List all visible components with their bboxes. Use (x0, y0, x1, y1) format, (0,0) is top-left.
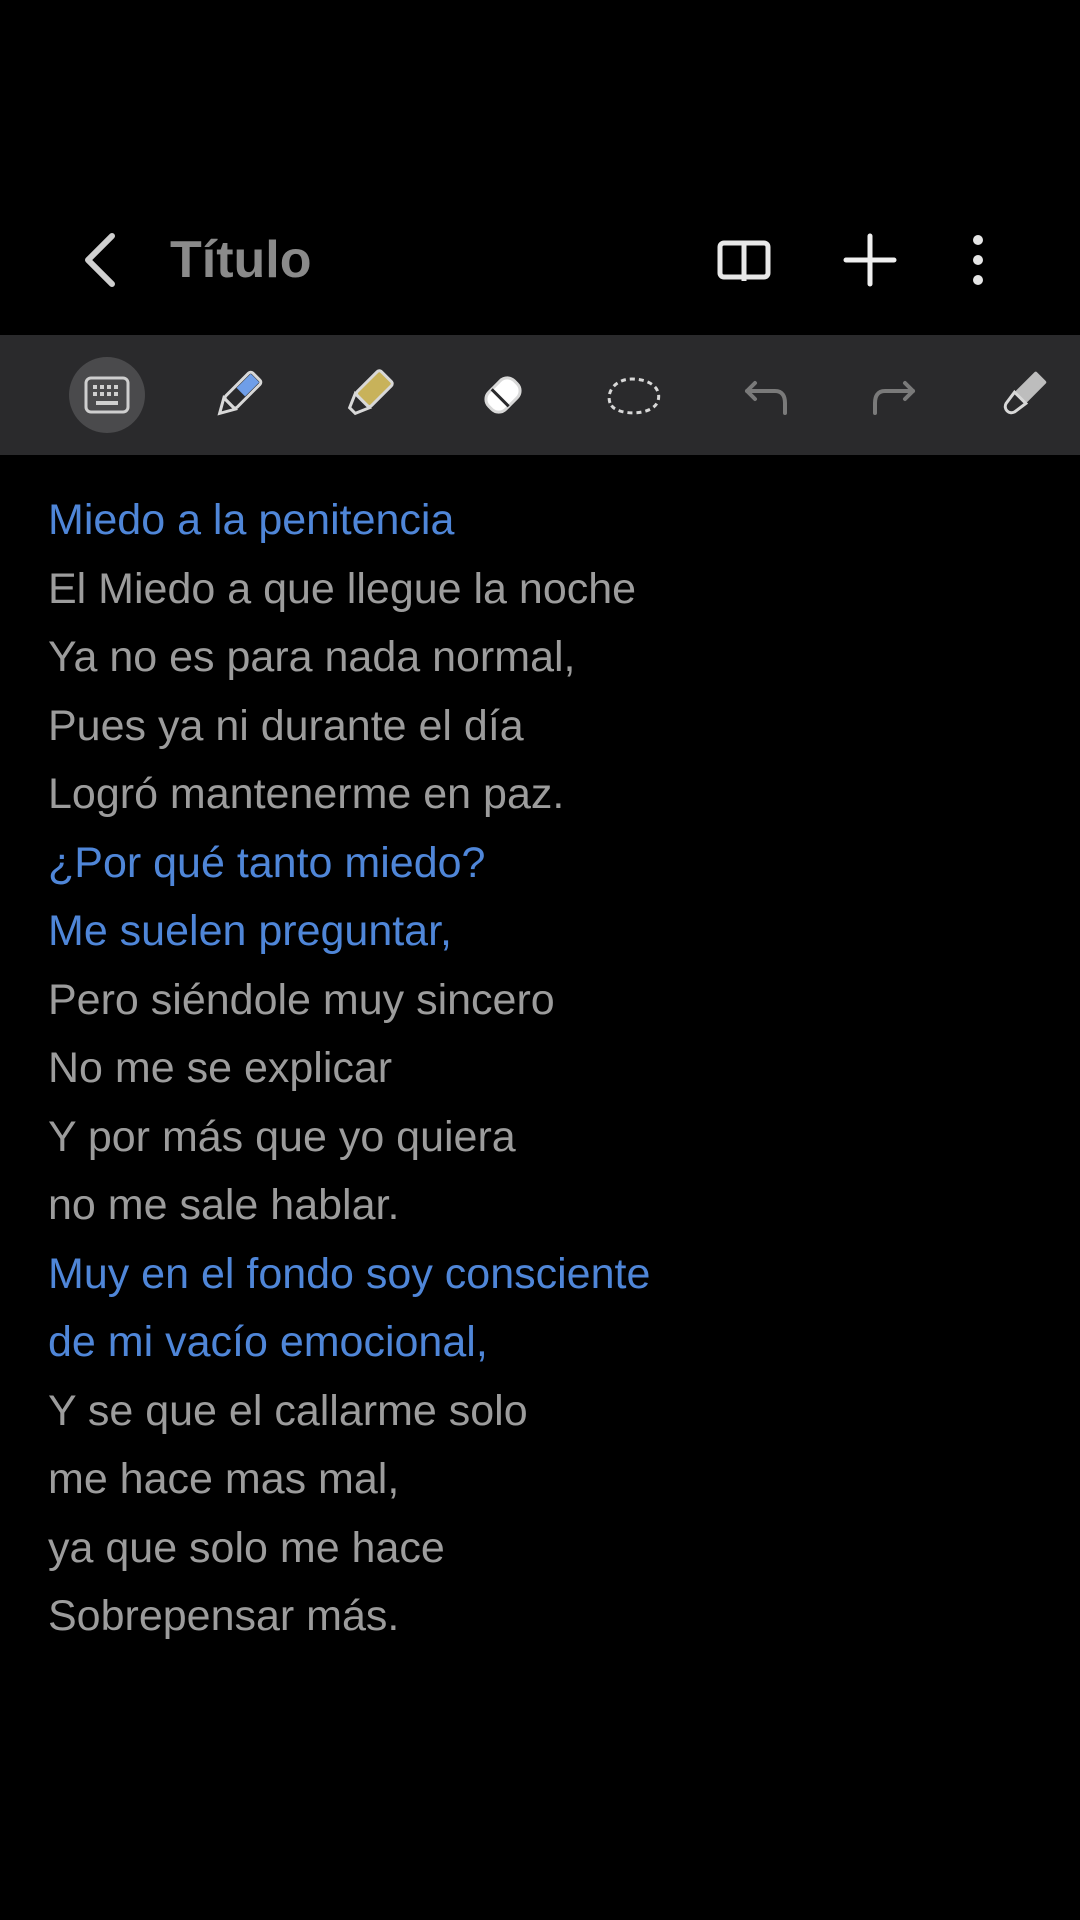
lasso-tool-button[interactable] (596, 357, 672, 433)
note-line: Y por más que yo quiera (48, 1112, 516, 1161)
chevron-left-icon (85, 233, 115, 287)
note-line: Miedo a la penitencia (48, 496, 455, 544)
undo-button[interactable] (728, 357, 804, 433)
reading-mode-button[interactable] (712, 228, 776, 292)
more-vertical-icon (973, 235, 983, 285)
note-line: No me se explicar (48, 1044, 393, 1092)
undo-icon (745, 381, 787, 415)
note-line: Ya no es para nada normal, (48, 633, 576, 681)
book-icon (717, 240, 771, 281)
drawing-toolbar (0, 335, 1080, 455)
page-title[interactable]: Título (170, 230, 312, 290)
note-line: Y se que el callarme solo (48, 1386, 528, 1435)
keyboard-icon (84, 376, 130, 414)
add-button[interactable] (838, 228, 902, 292)
highlighter-tool-button[interactable] (330, 357, 406, 433)
back-button[interactable] (70, 228, 130, 292)
note-line: me hace mas mal, (48, 1455, 400, 1503)
note-line: ya que solo me hace (48, 1523, 445, 1572)
pen-icon (217, 370, 263, 416)
note-line: no me sale hablar. (48, 1181, 400, 1229)
note-line: Pues ya ni durante el día (48, 701, 524, 750)
pen-tool-button[interactable] (200, 357, 276, 433)
highlighter-icon (347, 369, 394, 416)
more-options-button[interactable] (946, 228, 1010, 292)
eraser-icon (484, 376, 522, 414)
eraser-tool-button[interactable] (465, 357, 541, 433)
redo-icon (873, 381, 915, 415)
brush-icon (1003, 371, 1047, 415)
note-line: El Miedo a que llegue la noche (48, 564, 637, 613)
brush-tool-button[interactable] (985, 357, 1061, 433)
note-line: ¿Por qué tanto miedo? (48, 838, 486, 887)
plus-icon (843, 233, 897, 287)
redo-button[interactable] (856, 357, 932, 433)
app-header: Título (0, 200, 1080, 320)
note-line: de mi vacío emocional, (48, 1318, 488, 1366)
notes-app: Título Miedo a la penitencia El Miedo a … (0, 0, 1080, 1920)
note-line: Sobrepensar más. (48, 1592, 400, 1640)
lasso-icon (607, 377, 661, 415)
note-line: Me suelen preguntar, (48, 907, 452, 955)
note-content[interactable]: Miedo a la penitencia El Miedo a que lleg… (48, 486, 1048, 1651)
keyboard-tool-button[interactable] (69, 357, 145, 433)
note-line: Pero siéndole muy sincero (48, 975, 555, 1024)
note-line: Logró mantenerme en paz. (48, 770, 565, 818)
note-line: Muy en el fondo soy consciente (48, 1249, 651, 1298)
